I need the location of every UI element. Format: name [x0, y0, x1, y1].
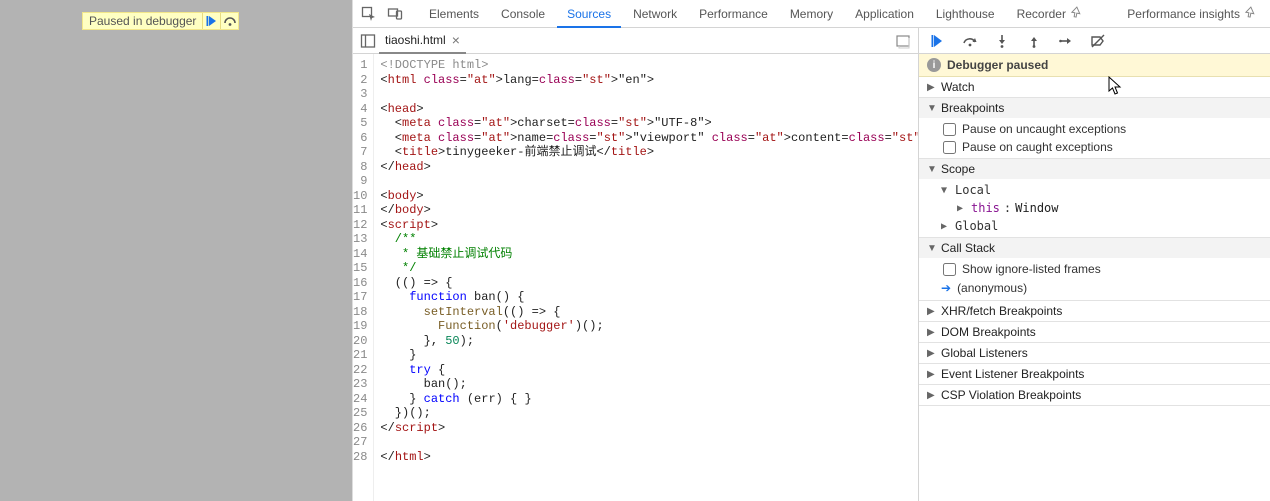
device-toolbar-icon[interactable]	[383, 2, 407, 26]
code-content[interactable]: <!DOCTYPE html><html class="at">lang=cla…	[374, 54, 918, 501]
watch-header[interactable]: ▶Watch	[919, 77, 1270, 97]
pause-caught-row[interactable]: Pause on caught exceptions	[919, 138, 1270, 156]
show-ignore-listed[interactable]: Show ignore-listed frames	[919, 260, 1270, 278]
section-dom: ▶DOM Breakpoints	[919, 322, 1270, 343]
step-toolbar	[919, 28, 1270, 54]
chevron-right-icon: ▶	[941, 221, 951, 232]
current-frame-arrow-icon: ➔	[941, 281, 951, 295]
show-ignore-checkbox[interactable]	[943, 263, 956, 276]
scope-header[interactable]: ▼Scope	[919, 159, 1270, 179]
tab-console[interactable]: Console	[491, 0, 555, 28]
page-viewport: Paused in debugger	[0, 0, 352, 501]
chevron-down-icon: ▼	[927, 243, 937, 254]
section-csp: ▶CSP Violation Breakpoints	[919, 385, 1270, 406]
scope-global[interactable]: ▶Global	[919, 217, 1270, 235]
tab-network[interactable]: Network	[623, 0, 687, 28]
info-icon: i	[927, 58, 941, 72]
callstack-header[interactable]: ▼Call Stack	[919, 238, 1270, 258]
editor-tabbar: tiaoshi.html ×	[353, 28, 918, 54]
editor-pane: tiaoshi.html × 1234567891011121314151617…	[353, 28, 919, 501]
tab-recorder[interactable]: Recorder	[1007, 0, 1092, 28]
event-listener-header[interactable]: ▶Event Listener Breakpoints	[919, 364, 1270, 384]
step-over-icon-button[interactable]	[220, 13, 238, 29]
resume-button[interactable]	[927, 30, 949, 52]
tab-performance-insights[interactable]: Performance insights	[1117, 0, 1266, 28]
section-callstack: ▼Call Stack Show ignore-listed frames ➔(…	[919, 238, 1270, 301]
inspect-element-icon[interactable]	[357, 2, 381, 26]
chevron-down-icon: ▼	[927, 164, 937, 175]
scope-local[interactable]: ▼Local	[919, 181, 1270, 199]
tab-elements[interactable]: Elements	[419, 0, 489, 28]
paused-in-debugger-pill: Paused in debugger	[82, 12, 239, 30]
chevron-right-icon: ▶	[927, 369, 937, 380]
section-scope: ▼Scope ▼Local ▶this: Window ▶Global	[919, 159, 1270, 238]
code-editor[interactable]: 1234567891011121314151617181920212223242…	[353, 54, 918, 501]
chevron-right-icon: ▶	[927, 82, 937, 93]
sources-lower: tiaoshi.html × 1234567891011121314151617…	[353, 28, 1270, 501]
step-into-button[interactable]	[991, 30, 1013, 52]
step-over-button[interactable]	[959, 30, 981, 52]
dom-header[interactable]: ▶DOM Breakpoints	[919, 322, 1270, 342]
debugger-sidebar: i Debugger paused ▶Watch ▼Breakpoints Pa…	[919, 28, 1270, 501]
section-watch: ▶Watch	[919, 77, 1270, 98]
more-tabs-icon[interactable]	[892, 30, 914, 52]
section-global-listeners: ▶Global Listeners	[919, 343, 1270, 364]
navigator-toggle-icon[interactable]	[357, 30, 379, 52]
chevron-down-icon: ▼	[941, 185, 951, 196]
step-button[interactable]	[1055, 30, 1077, 52]
chevron-right-icon: ▶	[927, 306, 937, 317]
csp-header[interactable]: ▶CSP Violation Breakpoints	[919, 385, 1270, 405]
pause-uncaught-checkbox[interactable]	[943, 123, 956, 136]
tab-performance[interactable]: Performance	[689, 0, 778, 28]
pause-uncaught-row[interactable]: Pause on uncaught exceptions	[919, 120, 1270, 138]
devtools-panel: Elements Console Sources Network Perform…	[352, 0, 1270, 501]
chevron-right-icon: ▶	[927, 327, 937, 338]
xhr-header[interactable]: ▶XHR/fetch Breakpoints	[919, 301, 1270, 321]
chevron-right-icon: ▶	[927, 348, 937, 359]
section-breakpoints: ▼Breakpoints Pause on uncaught exception…	[919, 98, 1270, 159]
chevron-right-icon: ▶	[927, 390, 937, 401]
close-icon[interactable]: ×	[452, 32, 460, 48]
chevron-down-icon: ▼	[927, 103, 937, 114]
section-event-listener: ▶Event Listener Breakpoints	[919, 364, 1270, 385]
breakpoints-header[interactable]: ▼Breakpoints	[919, 98, 1270, 118]
resume-icon-button[interactable]	[202, 13, 220, 29]
section-xhr: ▶XHR/fetch Breakpoints	[919, 301, 1270, 322]
tab-sources[interactable]: Sources	[557, 0, 621, 28]
banner-text: Debugger paused	[947, 58, 1048, 72]
global-listeners-header[interactable]: ▶Global Listeners	[919, 343, 1270, 363]
file-tab[interactable]: tiaoshi.html ×	[379, 28, 466, 54]
debugger-paused-banner: i Debugger paused	[919, 54, 1270, 77]
tab-memory[interactable]: Memory	[780, 0, 843, 28]
deactivate-breakpoints-button[interactable]	[1087, 30, 1109, 52]
line-gutter: 1234567891011121314151617181920212223242…	[353, 54, 374, 501]
tab-application[interactable]: Application	[845, 0, 924, 28]
pause-caught-checkbox[interactable]	[943, 141, 956, 154]
tab-lighthouse[interactable]: Lighthouse	[926, 0, 1005, 28]
paused-label: Paused in debugger	[83, 14, 202, 28]
chevron-right-icon: ▶	[957, 203, 967, 214]
callstack-frame-current[interactable]: ➔(anonymous)	[919, 278, 1270, 298]
scope-this[interactable]: ▶this: Window	[919, 199, 1270, 217]
file-tab-label: tiaoshi.html	[385, 33, 446, 47]
step-out-button[interactable]	[1023, 30, 1045, 52]
devtools-tabstrip: Elements Console Sources Network Perform…	[353, 0, 1270, 28]
